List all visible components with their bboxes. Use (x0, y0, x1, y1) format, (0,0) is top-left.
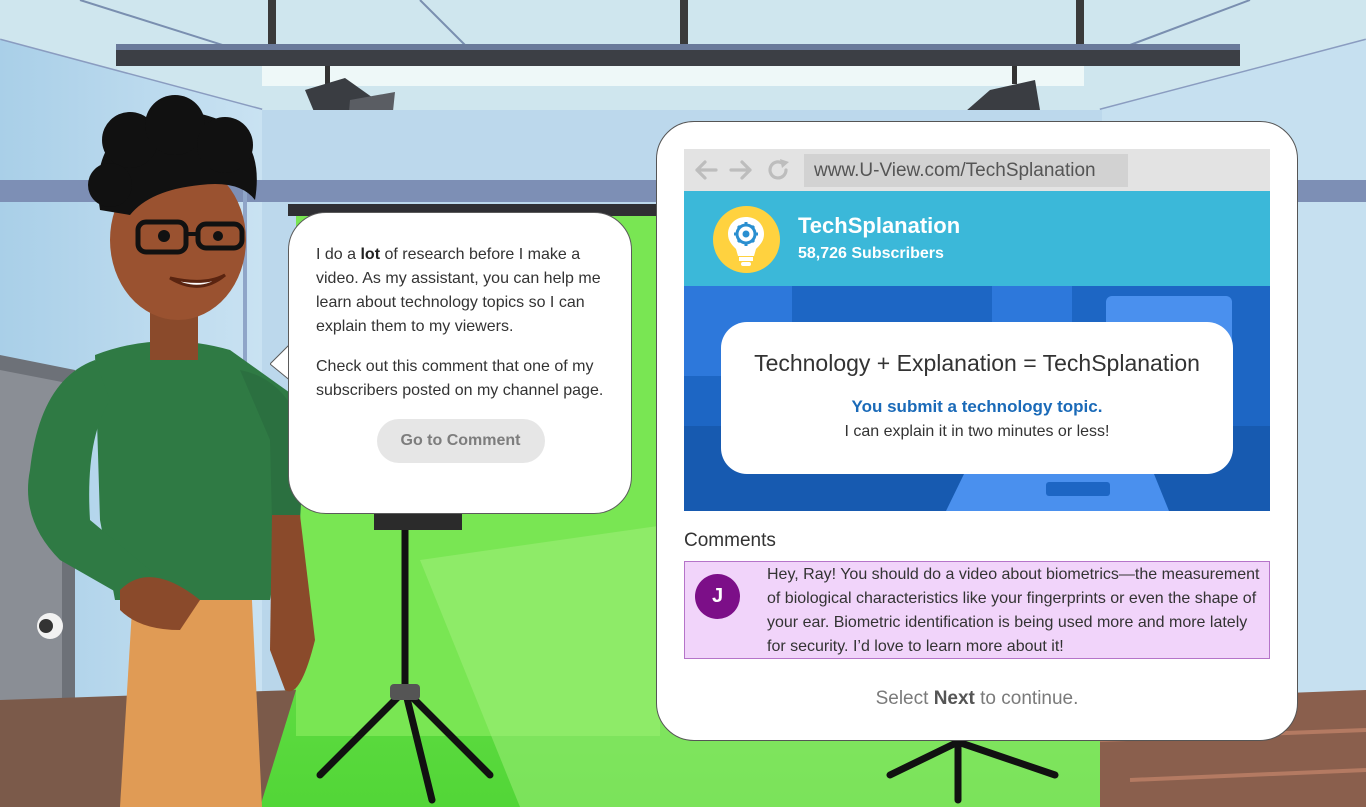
submit-topic-link[interactable]: You submit a technology topic. (721, 397, 1233, 417)
browser-toolbar: www.U-View.com/TechSplanation (684, 149, 1270, 191)
back-arrow-icon[interactable] (694, 159, 718, 181)
next-keyword: Next (933, 688, 975, 709)
speech-bubble: I do a lot of research before I make a v… (288, 212, 632, 514)
speech-paragraph-2: Check out this comment that one of my su… (316, 358, 604, 399)
channel-header: TechSplanation 58,726 Subscribers (684, 191, 1270, 286)
forward-arrow-icon[interactable] (729, 159, 753, 181)
continue-instruction: Select Next to continue. (875, 688, 1079, 709)
speech-emphasis: lot (360, 246, 381, 263)
refresh-icon[interactable] (767, 159, 791, 181)
channel-banner: Technology + Explanation = TechSplanatio… (684, 286, 1270, 511)
go-to-comment-button[interactable]: Go to Comment (376, 419, 545, 463)
avatar: J (695, 574, 740, 619)
lightbulb-gear-icon (728, 217, 764, 266)
subscriber-count: 58,726 Subscribers (798, 245, 944, 262)
comment-item: J Hey, Ray! You should do a video about … (684, 561, 1270, 659)
comment-text: Hey, Ray! You should do a video about bi… (767, 566, 1260, 655)
address-bar[interactable]: www.U-View.com/TechSplanation (804, 154, 1128, 187)
comments-heading: Comments (684, 530, 776, 551)
banner-subtitle: I can explain it in two minutes or less! (844, 423, 1110, 440)
banner-title: Technology + Explanation = TechSplanatio… (754, 350, 1200, 376)
channel-name: TechSplanation (798, 213, 961, 238)
speech-paragraph-1: I do a lot of research before I make a v… (316, 246, 601, 335)
channel-logo (713, 206, 780, 273)
banner-card: Technology + Explanation = TechSplanatio… (721, 322, 1233, 474)
